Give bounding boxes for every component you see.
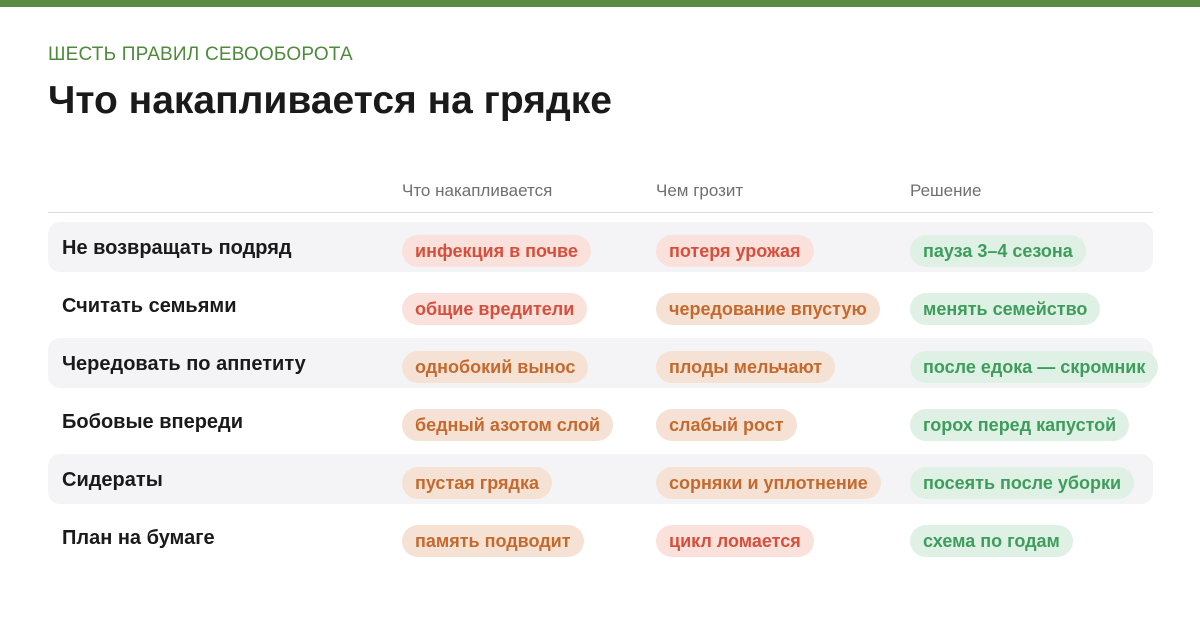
- accumulates-tag: бедный азотом слой: [402, 409, 614, 441]
- rule-name: Не возвращать подряд: [62, 237, 292, 259]
- column-header-accumulates: Что накапливается: [402, 181, 553, 200]
- table-row: Сидераты пустая грядка сорняки и уплотне…: [48, 454, 1153, 504]
- table-row: Не возвращать подряд инфекция в почве по…: [48, 222, 1153, 272]
- table-row: Чередовать по аппетиту однобокий вынос п…: [48, 338, 1159, 388]
- accumulates-tag: общие вредители: [402, 293, 588, 325]
- header-divider: [48, 212, 1153, 213]
- column-header-solution: Решение: [910, 181, 982, 200]
- eyebrow-label: ШЕСТЬ ПРАВИЛ СЕВООБОРОТА: [48, 44, 353, 65]
- rule-name: Чередовать по аппетиту: [62, 353, 306, 375]
- rule-name: Сидераты: [62, 469, 163, 491]
- threat-tag: сорняки и уплотнение: [656, 467, 881, 499]
- accumulates-tag: память подводит: [402, 525, 584, 557]
- accumulates-tag: инфекция в почве: [402, 235, 591, 267]
- rules-table: Не возвращать подряд инфекция в почве по…: [48, 222, 1159, 570]
- column-header-threat: Чем грозит: [656, 181, 744, 200]
- solution-tag: пауза 3–4 сезона: [910, 235, 1086, 267]
- solution-tag: менять семейство: [910, 293, 1101, 325]
- table-row: Считать семьями общие вредители чередова…: [48, 280, 1153, 330]
- threat-tag: чередование впустую: [656, 293, 880, 325]
- threat-tag: потеря урожая: [656, 235, 814, 267]
- threat-tag: слабый рост: [656, 409, 797, 441]
- top-accent-bar: [0, 0, 1200, 7]
- table-row: Бобовые впереди бедный азотом слой слабы…: [48, 396, 1153, 446]
- threat-tag: цикл ломается: [656, 525, 814, 557]
- solution-tag: посеять после уборки: [910, 467, 1135, 499]
- threat-tag: плоды мельчают: [656, 351, 836, 383]
- solution-tag: горох перед капустой: [910, 409, 1130, 441]
- rule-name: Бобовые впереди: [62, 411, 244, 433]
- rule-name: Считать семьями: [62, 295, 237, 317]
- solution-tag: схема по годам: [910, 525, 1073, 557]
- accumulates-tag: пустая грядка: [402, 467, 552, 499]
- solution-tag: после едока — скромник: [910, 351, 1159, 383]
- accumulates-tag: однобокий вынос: [402, 351, 589, 383]
- rule-name: План на бумаге: [62, 527, 215, 549]
- table-row: План на бумаге память подводит цикл лома…: [48, 512, 1153, 562]
- page-title: Что накапливается на грядке: [48, 79, 612, 122]
